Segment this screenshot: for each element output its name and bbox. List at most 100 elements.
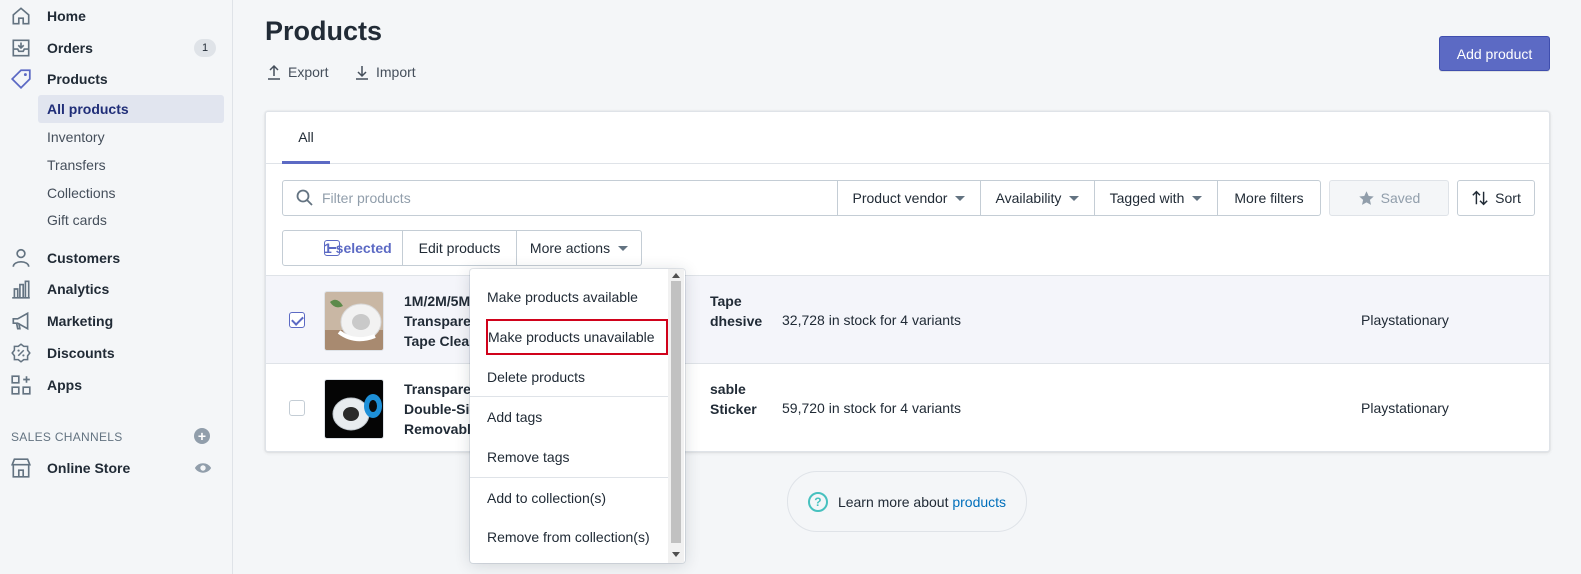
import-label: Import (376, 64, 416, 80)
menu-item-make-unavailable[interactable]: Make products unavailable (486, 319, 668, 355)
nav-discounts[interactable]: Discounts (0, 337, 233, 369)
tag-icon (10, 68, 32, 90)
row-checkbox[interactable] (289, 312, 305, 328)
scroll-down-icon[interactable] (672, 552, 680, 557)
nav-apps[interactable]: Apps (0, 369, 233, 401)
product-vendor-filter[interactable]: Product vendor (838, 180, 981, 216)
menu-item-remove-from-collection[interactable]: Remove from collection(s) (470, 519, 668, 555)
product-name-tail: sable Sticker (710, 379, 790, 419)
nav-customers[interactable]: Customers (0, 242, 233, 274)
more-actions-menu: Make products available Make products un… (470, 269, 685, 563)
selected-count: 1 selected (324, 240, 392, 256)
sort-button[interactable]: Sort (1457, 180, 1535, 216)
help-icon: ? (807, 491, 828, 512)
edit-products-button[interactable]: Edit products (403, 230, 517, 266)
filter-label: More filters (1234, 190, 1304, 206)
search-icon (296, 189, 313, 206)
nav-marketing[interactable]: Marketing (0, 305, 233, 337)
sidebar-item-transfers[interactable]: Transfers (38, 151, 224, 179)
sidebar-item-inventory[interactable]: Inventory (38, 123, 224, 151)
scroll-up-icon[interactable] (672, 273, 680, 278)
availability-filter[interactable]: Availability (981, 180, 1095, 216)
sidebar-item-collections[interactable]: Collections (38, 179, 224, 207)
bulk-actions: 1 selected Edit products More actions (282, 230, 642, 266)
sort-icon (1472, 190, 1488, 206)
menu-item-remove-tags[interactable]: Remove tags (470, 439, 668, 475)
caret-down-icon (1069, 195, 1080, 201)
add-sales-channel-icon[interactable]: + (194, 428, 210, 444)
page-title: Products (265, 16, 383, 46)
product-thumbnail[interactable] (324, 379, 384, 439)
filter-label: Tagged with (1109, 190, 1185, 206)
caret-down-icon (618, 245, 629, 251)
learn-more-link[interactable]: products (952, 494, 1006, 510)
saved-button[interactable]: Saved (1329, 180, 1449, 216)
nav-label: Products (47, 71, 108, 87)
saved-label: Saved (1380, 190, 1421, 206)
menu-item-add-tags[interactable]: Add tags (470, 399, 668, 435)
import-icon (356, 66, 368, 80)
menu-item-add-to-collection[interactable]: Add to collection(s) (470, 480, 668, 516)
menu-item-delete-products[interactable]: Delete products (470, 359, 668, 395)
discount-icon (10, 342, 32, 364)
product-name-line: dhesive (710, 313, 763, 329)
home-icon (10, 5, 32, 27)
nav-label: Discounts (47, 345, 115, 361)
scroll-thumb[interactable] (671, 281, 681, 543)
apps-icon (10, 374, 32, 396)
nav-label: Home (47, 8, 86, 24)
product-name-tail: Tape dhesive (710, 291, 790, 331)
products-card: All Product vendor Availability Tagged w… (265, 111, 1550, 452)
learn-more-text: Learn more about products (838, 494, 1006, 510)
learn-more-prefix: Learn more about (837, 493, 953, 510)
sidebar-item-all-products[interactable]: All products (38, 95, 224, 123)
filter-row: Product vendor Availability Tagged with … (282, 180, 1321, 216)
filter-field[interactable] (282, 180, 838, 216)
nav-label: Online Store (47, 460, 131, 476)
import-button[interactable]: Import (354, 64, 416, 80)
tab-all[interactable]: All (282, 112, 330, 164)
product-vendor: Playstationary (1361, 400, 1449, 416)
filter-input[interactable] (322, 190, 822, 206)
orders-badge: 1 (194, 39, 216, 57)
export-icon (268, 64, 280, 80)
nav-products[interactable]: Products (0, 63, 233, 95)
more-filters-button[interactable]: More filters (1218, 180, 1321, 216)
product-thumbnail[interactable] (324, 291, 384, 351)
menu-scrollbar[interactable] (668, 269, 684, 563)
nav-orders[interactable]: Orders 1 (0, 32, 233, 64)
table-row[interactable]: Transparen Double-Sic Removable sable St… (266, 363, 1549, 451)
sort-label: Sort (1495, 190, 1521, 206)
more-actions-label: More actions (529, 240, 611, 256)
product-name-line: Tape (710, 293, 742, 309)
sidebar-item-gift-cards[interactable]: Gift cards (38, 206, 224, 234)
product-vendor: Playstationary (1361, 312, 1449, 328)
select-all-toggle[interactable]: 1 selected (282, 230, 403, 266)
filter-label: Product vendor (852, 190, 948, 206)
add-product-button[interactable]: Add product (1439, 36, 1550, 71)
menu-divider (470, 396, 668, 397)
nav-label: Customers (47, 250, 121, 266)
nav-label: Analytics (47, 281, 110, 297)
star-icon (1358, 190, 1374, 205)
menu-item-make-available[interactable]: Make products available (470, 279, 668, 315)
caret-down-icon (1192, 195, 1203, 201)
product-stock: 32,728 in stock for 4 variants (782, 312, 961, 328)
export-button[interactable]: Export (266, 64, 328, 80)
product-name-line: sable (710, 381, 746, 397)
learn-more-callout: ? Learn more about products (787, 471, 1027, 532)
nav-label: Apps (47, 377, 82, 393)
tabs: All (266, 112, 1549, 164)
tagged-with-filter[interactable]: Tagged with (1095, 180, 1218, 216)
row-checkbox[interactable] (289, 400, 305, 416)
more-actions-button[interactable]: More actions (517, 230, 642, 266)
analytics-icon (10, 278, 32, 300)
menu-divider (470, 477, 668, 478)
caret-down-icon (955, 195, 966, 201)
eye-icon[interactable] (194, 460, 212, 476)
tape-roll-image (325, 292, 383, 350)
nav-analytics[interactable]: Analytics (0, 273, 233, 305)
nav-home[interactable]: Home (0, 0, 233, 32)
nav-label: Marketing (47, 313, 114, 329)
table-row[interactable]: 1M/2M/5M Transparen Tape Clean Tape dhes… (266, 275, 1549, 363)
